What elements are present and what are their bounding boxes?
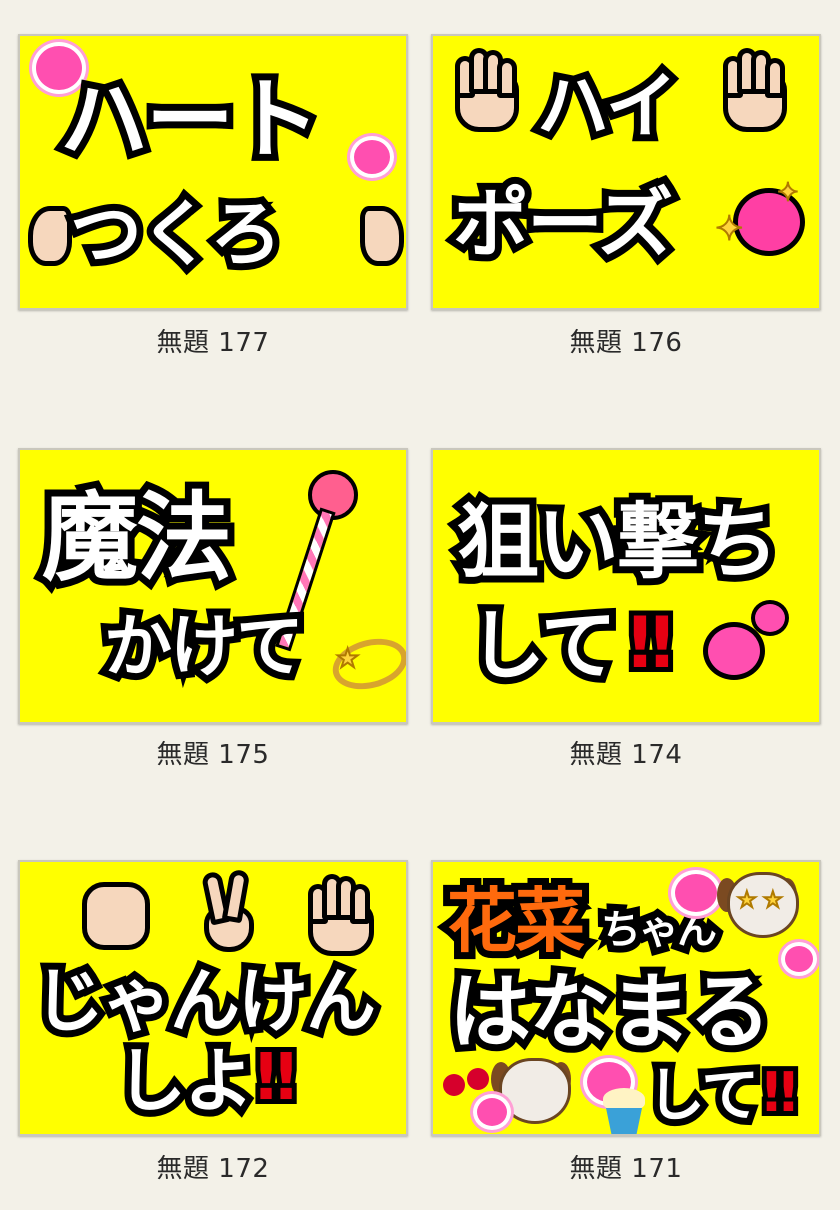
card-text-line1: 魔法 — [35, 482, 239, 594]
sparkle-icon: ✦ — [776, 178, 800, 208]
star-eyes-icon: ★ — [736, 888, 758, 913]
card-text-line2: つくろ — [63, 191, 289, 277]
cupcake-icon — [606, 1108, 642, 1134]
card-name-suffix: ちゃん — [594, 903, 724, 957]
sparkle-icon: ✦ — [714, 209, 744, 249]
two-hearts-icon — [751, 600, 789, 636]
uchiwa-card-176[interactable]: ハイ ポーズ ✦ ✦ — [431, 34, 821, 310]
star-eyes-icon: ★ — [762, 888, 784, 913]
cherries-icon — [467, 1068, 489, 1090]
card-text-line2: して — [640, 1059, 766, 1131]
card-caption: 無題 175 — [156, 740, 270, 770]
card-caption: 無題 176 — [569, 328, 683, 358]
heart-hands-right-icon — [360, 206, 404, 266]
fist-icon — [82, 882, 150, 950]
card-text-line2: ポーズ — [446, 179, 680, 269]
card-text-line2: かけて — [97, 607, 311, 689]
uchiwa-card-174[interactable]: 狙い撃ち して ‼ — [431, 448, 821, 724]
exclamation-mark-icon: ‼ — [624, 602, 678, 684]
heart-icon — [350, 136, 394, 178]
card-caption: 無題 177 — [156, 328, 270, 358]
uchiwa-card-171[interactable]: 花菜 ちゃん ★ ★ はなまる して ‼ — [431, 860, 821, 1136]
uchiwa-card-172[interactable]: じゃんけん しよ ‼ — [18, 860, 408, 1136]
exclamation-mark-icon: ‼ — [251, 1041, 301, 1115]
heart-icon — [473, 1094, 511, 1130]
heart-hands-left-icon — [28, 206, 72, 266]
exclamation-mark-icon: ‼ — [758, 1061, 802, 1125]
heart-icon — [781, 942, 817, 976]
card-name-text: 花菜 — [440, 879, 592, 963]
card-caption: 無題 171 — [569, 1154, 683, 1184]
card-caption: 無題 174 — [569, 740, 683, 770]
finger-shape — [350, 884, 370, 924]
card-text-line1: ハート — [53, 68, 327, 171]
finger-shape — [765, 58, 785, 98]
cupcake-icon — [603, 1088, 645, 1110]
card-caption: 無題 172 — [156, 1154, 270, 1184]
star-icon: ★ — [335, 644, 360, 674]
card-text-line1: はなまる — [442, 965, 778, 1061]
uchiwa-card-177[interactable]: ハート つくろ — [18, 34, 408, 310]
card-text-line1: ハイ — [530, 63, 685, 149]
heart-icon — [671, 870, 721, 916]
finger-shape — [497, 58, 517, 98]
card-text-line2: しよ — [109, 1039, 261, 1123]
card-text-line1: じゃんけん — [27, 959, 383, 1043]
card-text-line2: して — [462, 601, 624, 691]
uchiwa-card-175[interactable]: 魔法 かけて ★ — [18, 448, 408, 724]
card-text-line1: 狙い撃ち — [450, 495, 786, 591]
cherries-icon — [443, 1074, 465, 1096]
